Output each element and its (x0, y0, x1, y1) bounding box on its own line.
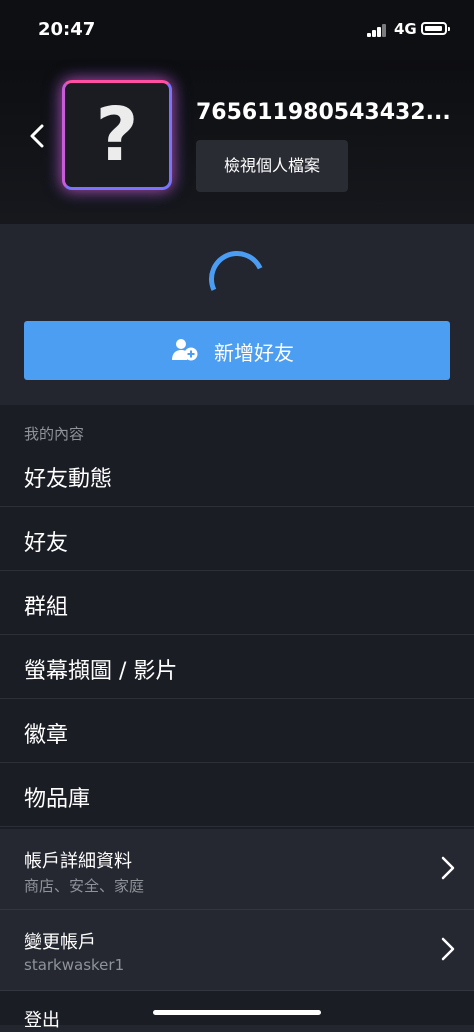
add-friend-label: 新增好友 (214, 341, 294, 365)
menu-item-label: 好友 (24, 531, 69, 556)
chevron-right-icon (441, 937, 455, 961)
menu-item-friends[interactable]: 好友 (0, 507, 474, 571)
status-bar: 20:47 4G (0, 0, 474, 60)
section-title: 我的內容 (24, 425, 85, 443)
status-time: 20:47 (38, 19, 96, 40)
account-details-title: 帳戶詳細資料 (24, 851, 132, 872)
chevron-right-icon (441, 856, 455, 880)
menu-item-label: 好友動態 (24, 467, 113, 492)
menu-item-groups[interactable]: 群組 (0, 571, 474, 635)
menu-item-screenshots-videos[interactable]: 螢幕擷圖 / 影片 (0, 635, 474, 699)
menu-item-label: 群組 (24, 595, 69, 620)
view-profile-button[interactable]: 檢視個人檔案 (196, 140, 348, 192)
logout-button[interactable]: 登出 (24, 1006, 60, 1032)
menu-item-label: 物品庫 (24, 787, 91, 812)
avatar-placeholder-glyph: ? (95, 92, 139, 178)
add-user-icon (172, 339, 198, 361)
menu-item-badges[interactable]: 徽章 (0, 699, 474, 763)
back-arrow-icon[interactable] (24, 122, 52, 150)
menu-item-switch-account[interactable]: 變更帳戶 starkwasker1 (0, 910, 474, 991)
menu-item-inventory[interactable]: 物品庫 (0, 763, 474, 827)
menu-item-label: 徽章 (24, 723, 69, 748)
profile-header: ? 765611980543432... 檢視個人檔案 (0, 60, 474, 224)
network-type: 4G (394, 20, 417, 38)
signal-icon (367, 23, 387, 37)
menu-list: 我的內容 好友動態 好友 群組 螢幕擷圖 / 影片 徽章 物品庫 帳戶詳細資料 … (0, 405, 474, 1025)
battery-icon (421, 22, 450, 35)
menu-item-label: 螢幕擷圖 / 影片 (24, 659, 178, 684)
add-friend-button[interactable]: 新增好友 (24, 321, 450, 380)
switch-account-subtitle: starkwasker1 (24, 956, 125, 974)
account-details-subtitle: 商店、安全、家庭 (24, 877, 145, 895)
home-indicator[interactable] (153, 1010, 321, 1015)
loading-spinner-icon (201, 243, 273, 315)
username: 765611980543432... (196, 100, 451, 125)
switch-account-title: 變更帳戶 (24, 932, 96, 953)
menu-item-account-details[interactable]: 帳戶詳細資料 商店、安全、家庭 (0, 829, 474, 910)
menu-item-friend-activity[interactable]: 好友動態 (0, 443, 474, 507)
avatar[interactable]: ? (62, 80, 172, 190)
